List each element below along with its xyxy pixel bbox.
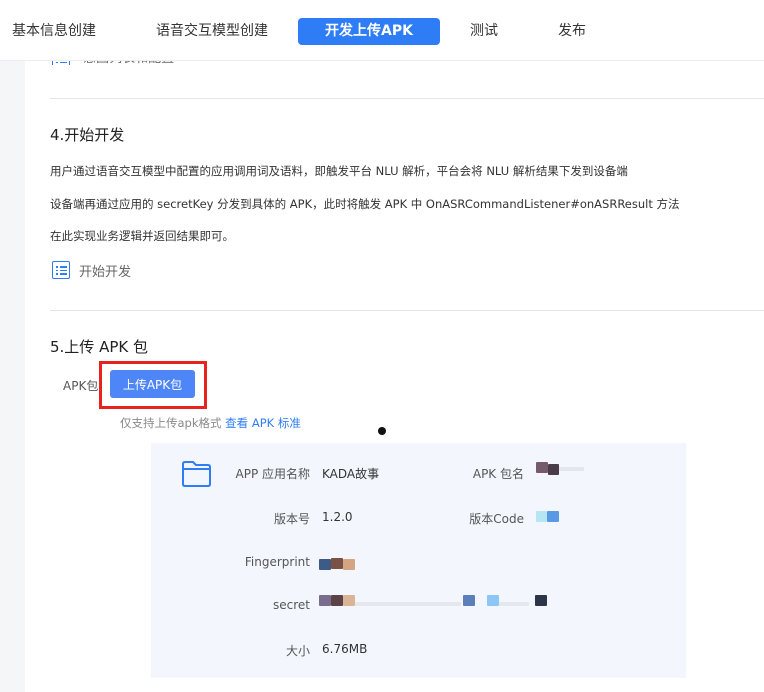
section-4-line-2: 设备端再通过应用的 secretKey 分发到具体的 APK，此时将触发 APK… <box>50 197 680 211</box>
list-icon <box>52 261 70 279</box>
secret-label: secret <box>273 598 310 612</box>
folder-icon <box>182 461 211 487</box>
size-value: 6.76MB <box>322 642 368 656</box>
section-4-line-1: 用户通过语音交互模型中配置的应用调用词及语料，即触发平台 NLU 解析，平台会将… <box>50 164 628 178</box>
version-code-label: 版本Code <box>469 512 524 526</box>
cursor-dot <box>378 427 386 435</box>
version-label: 版本号 <box>273 512 310 526</box>
package-name-label: APK 包名 <box>472 467 524 481</box>
divider <box>50 98 764 99</box>
app-name-label: APP 应用名称 <box>235 467 311 481</box>
package-name-redacted <box>536 462 548 473</box>
section-4-title: 4.开始开发 <box>50 126 125 144</box>
fingerprint-redacted <box>319 559 331 570</box>
secret-redacted <box>319 595 331 606</box>
tab-test[interactable]: 测试 <box>470 18 498 45</box>
secret-redacted <box>343 595 355 606</box>
fingerprint-redacted <box>343 559 355 570</box>
apk-info-card: APP 应用名称 KADA故事 APK 包名 版本号 1.2.0 版本Code … <box>151 443 686 678</box>
version-code-redacted <box>536 511 547 522</box>
highlight-box <box>99 361 207 409</box>
upload-hint-text: 仅支持上传apk格式 <box>120 416 222 430</box>
section-5-title: 5.上传 APK 包 <box>50 338 148 356</box>
version-value: 1.2.0 <box>322 510 353 524</box>
apk-field-label: APK包 <box>63 379 99 393</box>
tab-basic-info[interactable]: 基本信息创建 <box>12 18 96 45</box>
start-dev-link[interactable]: 开始开发 <box>52 260 131 280</box>
size-label: 大小 <box>285 644 310 658</box>
upload-hint: 仅支持上传apk格式 查看 APK 标准 <box>120 415 301 431</box>
tab-voice-model[interactable]: 语音交互模型创建 <box>156 18 268 45</box>
app-name-value: KADA故事 <box>322 467 380 481</box>
tab-publish[interactable]: 发布 <box>558 18 586 45</box>
version-code-redacted <box>547 511 559 522</box>
tab-develop-upload-apk[interactable]: 开发上传APK <box>298 18 440 45</box>
fingerprint-redacted <box>331 558 343 569</box>
secret-redacted <box>487 595 499 606</box>
secret-redacted <box>463 595 475 606</box>
secret-redacted <box>355 602 461 606</box>
start-dev-link-label: 开始开发 <box>79 264 132 280</box>
secret-redacted <box>331 595 343 606</box>
secret-redacted <box>535 595 547 606</box>
step-tabs: 基本信息创建 语音交互模型创建 开发上传APK 测试 发布 <box>0 0 764 61</box>
divider <box>50 310 764 311</box>
package-name-redacted <box>548 464 559 475</box>
fingerprint-label: Fingerprint <box>244 555 310 569</box>
package-name-redacted <box>559 467 584 471</box>
secret-redacted <box>499 602 529 606</box>
section-4-line-3: 在此实现业务逻辑并返回结果即可。 <box>50 229 234 243</box>
apk-standard-link[interactable]: 查看 APK 标准 <box>225 416 301 430</box>
left-gutter <box>0 61 25 692</box>
